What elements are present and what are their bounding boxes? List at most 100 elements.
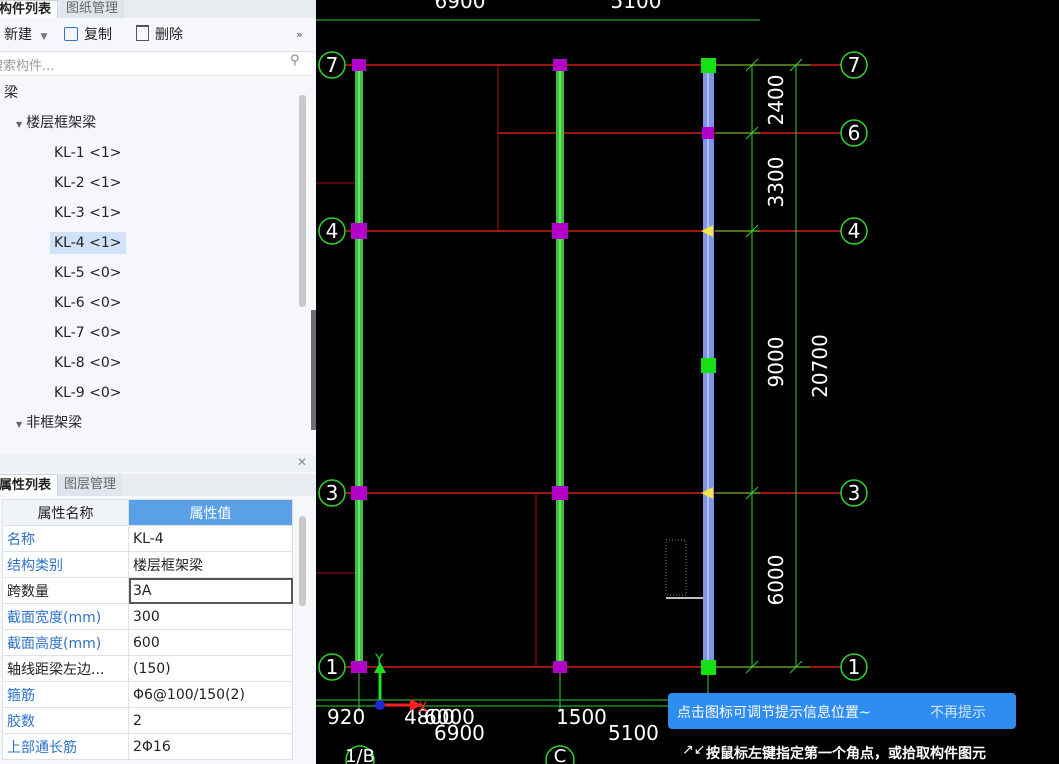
left-axis-labels: 7 4 3 1	[326, 53, 339, 679]
ucs-x-label: X	[418, 700, 428, 716]
component-toolbar: 新建 ▼ 复制 删除 »	[0, 18, 316, 52]
prop-value[interactable]: KL-4	[128, 525, 293, 552]
table-row: 箍筋 Φ6@100/150(2)	[2, 681, 293, 708]
prop-name: 箍筋	[2, 681, 129, 708]
hint-tooltip: 点击图标可调节提示信息位置~ 不再提示	[668, 693, 1016, 729]
copy-button[interactable]: 复制	[64, 25, 112, 45]
bottom-axis-labels: 1/B C	[345, 746, 566, 764]
tree-root-beam[interactable]: 梁	[4, 82, 18, 104]
prompt-text: 按鼠标左键指定第一个角点，或拾取构件图元	[706, 746, 986, 762]
tree-item-kl4[interactable]: KL-4 <1>	[50, 232, 126, 254]
search-placeholder: 搜索构件...	[0, 59, 55, 74]
tree-item-kl5[interactable]: KL-5 <0>	[54, 262, 122, 284]
axis-label: 7	[848, 53, 861, 77]
trash-icon	[136, 25, 149, 41]
drawing-canvas[interactable]: 6900 5100 7 6 4 3 1 7 4 3 1 2400 3300 90…	[316, 0, 1059, 764]
dim-label: 2400	[764, 75, 788, 126]
axis-label: 1	[848, 655, 861, 679]
tree-item-kl2[interactable]: KL-2 <1>	[54, 172, 122, 194]
prop-name: 截面宽度(mm)	[2, 603, 129, 630]
tree-item-kl6[interactable]: KL-6 <0>	[54, 292, 122, 314]
right-dimension-labels: 2400 3300 9000 6000 20700	[764, 75, 832, 606]
dim-label: 3300	[764, 157, 788, 208]
prop-name: 上部通长筋	[2, 733, 129, 760]
properties-table: 属性名称 属性值 名称 KL-4 结构类别 楼层框架梁 跨数量 3A 截面宽度(…	[2, 499, 293, 760]
dim-label: 9000	[764, 337, 788, 388]
collapse-arrows-icon[interactable]: ↗↙	[682, 742, 705, 758]
properties-scrollbar[interactable]	[299, 516, 306, 606]
right-axis-bubbles	[840, 51, 868, 681]
tree-group-floor-frame-beam[interactable]: ▼ 楼层框架梁	[16, 112, 96, 134]
tree-group-non-frame-beam[interactable]: ▼ 非框架梁	[16, 412, 82, 434]
table-row: 截面宽度(mm) 300	[2, 603, 293, 630]
more-icon[interactable]: »	[296, 25, 303, 45]
prop-value[interactable]: Φ6@100/150(2)	[128, 681, 293, 708]
new-button[interactable]: 新建 ▼	[4, 25, 47, 45]
close-icon[interactable]: ✕	[297, 455, 307, 469]
new-button-label: 新建	[4, 27, 32, 43]
dont-show-again-button[interactable]: 不再提示	[930, 702, 986, 722]
tree-item-kl8[interactable]: KL-8 <0>	[54, 352, 122, 374]
delete-button[interactable]: 删除	[136, 25, 183, 45]
search-icon[interactable]: ⚲	[290, 53, 300, 68]
axis-label: C	[554, 746, 567, 764]
prop-value[interactable]: 2	[128, 707, 293, 734]
prop-name: 名称	[2, 525, 129, 552]
component-tabbar: 构件列表 图纸管理	[0, 0, 316, 18]
tree-scrollbar[interactable]	[299, 95, 306, 307]
axis-label: 1	[326, 655, 339, 679]
secondary-beams	[316, 65, 537, 667]
tab-layer-management[interactable]: 图层管理	[58, 474, 123, 496]
prop-name: 轴线距梁左边...	[2, 655, 129, 682]
header-property-name: 属性名称	[2, 499, 129, 526]
total-dim-label: 20700	[808, 334, 832, 398]
axis-label: 1/B	[345, 746, 375, 764]
axis-label: 3	[848, 481, 861, 505]
dim-label: 1500	[556, 705, 607, 729]
command-prompt: ↗↙ 按鼠标左键指定第一个角点，或拾取构件图元	[676, 738, 1059, 764]
collapse-icon[interactable]: ▼	[16, 420, 22, 429]
hint-message: 点击图标可调节提示信息位置~	[677, 705, 871, 721]
chevron-down-icon: ▼	[40, 32, 48, 42]
delete-button-label: 删除	[155, 27, 183, 43]
tab-drawing-management[interactable]: 图纸管理	[60, 0, 125, 18]
prop-name: 结构类别	[2, 551, 129, 578]
prop-value[interactable]: 300	[128, 603, 293, 630]
table-row: 名称 KL-4	[2, 525, 293, 552]
beam-columns	[351, 59, 714, 673]
prop-value[interactable]: 600	[128, 629, 293, 656]
search-input[interactable]: 搜索构件... ⚲	[0, 52, 312, 76]
dim-label: 6000	[764, 555, 788, 606]
table-row: 胶数 2	[2, 707, 293, 734]
tree-item-kl3[interactable]: KL-3 <1>	[54, 202, 122, 224]
tree-item-kl7[interactable]: KL-7 <0>	[54, 322, 122, 344]
tree-item-kl1[interactable]: KL-1 <1>	[54, 142, 122, 164]
prop-name: 截面高度(mm)	[2, 629, 129, 656]
component-panel: 构件列表 图纸管理 新建 ▼ 复制 删除 » 搜索构件... ⚲ 梁 ▼ 楼层框架…	[0, 0, 316, 764]
prop-value-editing[interactable]: 3A	[128, 577, 293, 604]
copy-icon	[64, 27, 78, 41]
left-axis-bubbles	[318, 51, 346, 681]
axis-label: 4	[326, 219, 339, 243]
table-row: 轴线距梁左边... (150)	[2, 655, 293, 682]
axis-label: 4	[848, 219, 861, 243]
prop-value[interactable]: 2Φ16	[128, 733, 293, 760]
axis-label: 6	[848, 121, 861, 145]
table-row: 截面高度(mm) 600	[2, 629, 293, 656]
component-tree: 梁 ▼ 楼层框架梁 KL-1 <1> KL-2 <1> KL-3 <1> KL-4…	[0, 78, 296, 450]
collapse-icon[interactable]: ▼	[16, 120, 22, 129]
properties-panel: 属性列表 图层管理 属性名称 属性值 名称 KL-4 结构类别 楼层框架梁 跨数…	[0, 472, 316, 764]
prop-value[interactable]: 楼层框架梁	[128, 551, 293, 578]
right-axis-labels: 7 6 4 3 1	[848, 53, 861, 679]
tab-properties[interactable]: 属性列表	[0, 474, 59, 496]
beam-annotation	[665, 539, 703, 599]
table-row: 跨数量 3A	[2, 577, 293, 604]
dim-label: 5100	[608, 721, 659, 745]
right-dimension-lines	[716, 58, 810, 674]
tab-component-list[interactable]: 构件列表	[0, 0, 59, 18]
prop-value[interactable]: (150)	[128, 655, 293, 682]
header-property-value: 属性值	[128, 499, 293, 526]
tree-item-kl9[interactable]: KL-9 <0>	[54, 382, 122, 404]
prop-name: 跨数量	[2, 577, 129, 604]
table-row: 结构类别 楼层框架梁	[2, 551, 293, 578]
